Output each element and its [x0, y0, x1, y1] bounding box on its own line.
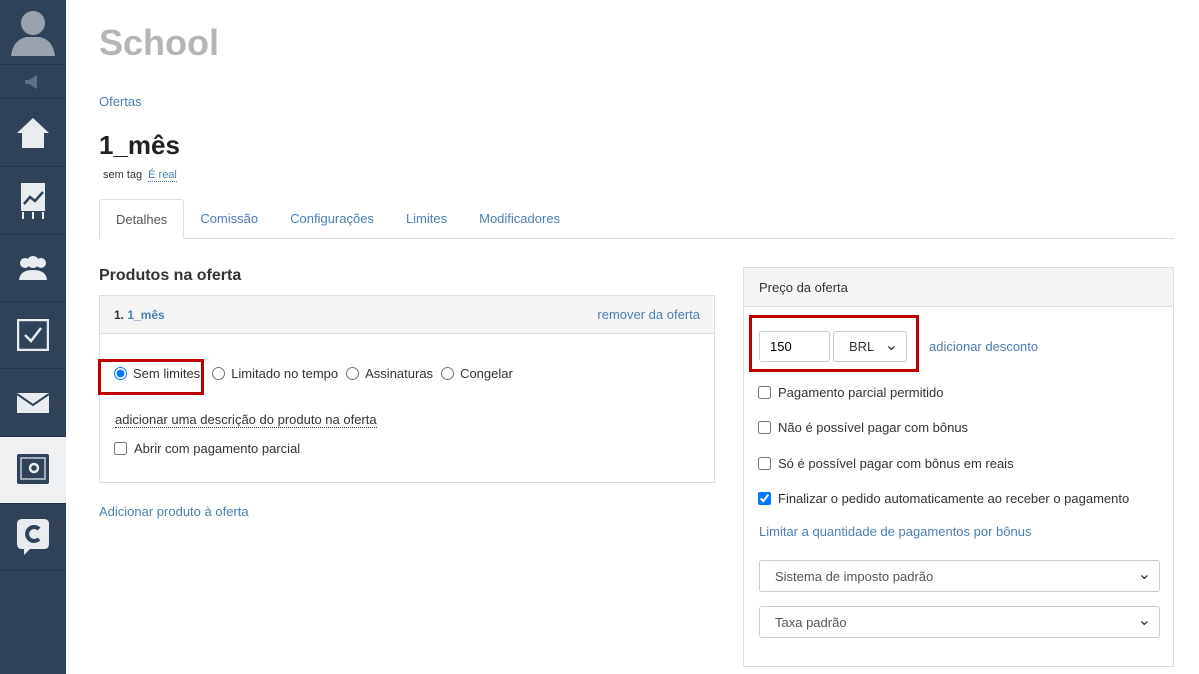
announcements-button[interactable]: [0, 65, 66, 99]
auto-finalize-checkbox[interactable]: Finalizar o pedido automaticamente ao re…: [758, 491, 1129, 506]
tax-rate-select[interactable]: Taxa padrão: [759, 606, 1160, 638]
checkbox-icon: [17, 319, 49, 351]
sidebar: [0, 0, 66, 674]
price-panel: Preço da oferta BRL adicionar desconto P…: [743, 267, 1174, 667]
user-avatar[interactable]: [0, 0, 66, 65]
open-partial-payment-checkbox[interactable]: Abrir com pagamento parcial: [114, 441, 300, 456]
sidebar-item-mail[interactable]: [0, 369, 66, 437]
tab-limits[interactable]: Limites: [390, 199, 463, 238]
megaphone-icon: [25, 74, 37, 89]
tab-modifiers[interactable]: Modificadores: [463, 199, 576, 238]
chart-icon: [21, 182, 45, 219]
tab-settings[interactable]: Configurações: [274, 199, 390, 238]
radio-subscriptions[interactable]: Assinaturas: [346, 366, 433, 381]
add-discount-link[interactable]: adicionar desconto: [929, 339, 1038, 354]
partial-payment-checkbox[interactable]: Pagamento parcial permitido: [758, 385, 943, 400]
breadcrumb-offers[interactable]: Ofertas: [99, 94, 142, 109]
no-bonus-checkbox[interactable]: Não é possível pagar com bônus: [758, 420, 968, 435]
tax-system-select[interactable]: Sistema de imposto padrão: [759, 560, 1160, 592]
highlight-box: [98, 359, 204, 395]
price-heading: Preço da oferta: [744, 268, 1173, 307]
sidebar-item-chat[interactable]: [0, 504, 66, 571]
sidebar-item-home[interactable]: [0, 99, 66, 167]
remove-from-offer-link[interactable]: remover da oferta: [597, 307, 700, 322]
product-panel: 1. 1_mês remover da oferta Sem limites Li…: [98, 295, 715, 483]
tab-details[interactable]: Detalhes: [99, 199, 185, 239]
users-icon: [19, 256, 47, 280]
limit-bonus-payments-link[interactable]: Limitar a quantidade de pagamentos por b…: [759, 524, 1031, 539]
safe-icon: [17, 454, 49, 484]
radio-freeze[interactable]: Congelar: [441, 366, 513, 381]
real-toggle[interactable]: É real: [148, 169, 177, 182]
sidebar-item-analytics[interactable]: [0, 167, 66, 235]
page-title: School: [99, 22, 220, 63]
item-number: 1.: [114, 307, 125, 322]
sidebar-item-sales[interactable]: [0, 437, 66, 504]
tabs: Detalhes Comissão Configurações Limites …: [99, 199, 1174, 239]
tag-label: sem tag: [103, 169, 143, 181]
sidebar-item-users[interactable]: [0, 235, 66, 302]
add-description-link[interactable]: adicionar uma descrição do produto na of…: [115, 412, 377, 428]
radio-time-limited[interactable]: Limitado no tempo: [212, 366, 338, 381]
offer-title: 1_mês: [99, 130, 180, 160]
bonus-reais-only-checkbox[interactable]: Só é possível pagar com bônus em reais: [758, 456, 1014, 471]
tab-commission[interactable]: Comissão: [184, 199, 274, 238]
chat-c-icon: [17, 519, 49, 555]
highlight-box: [749, 315, 919, 372]
sidebar-item-tasks[interactable]: [0, 302, 66, 369]
envelope-icon: [17, 392, 49, 413]
home-icon: [17, 117, 49, 148]
product-link[interactable]: 1_mês: [127, 308, 164, 322]
add-product-link[interactable]: Adicionar produto à oferta: [99, 504, 249, 519]
products-heading: Produtos na oferta: [99, 267, 242, 284]
user-icon: [11, 11, 55, 56]
